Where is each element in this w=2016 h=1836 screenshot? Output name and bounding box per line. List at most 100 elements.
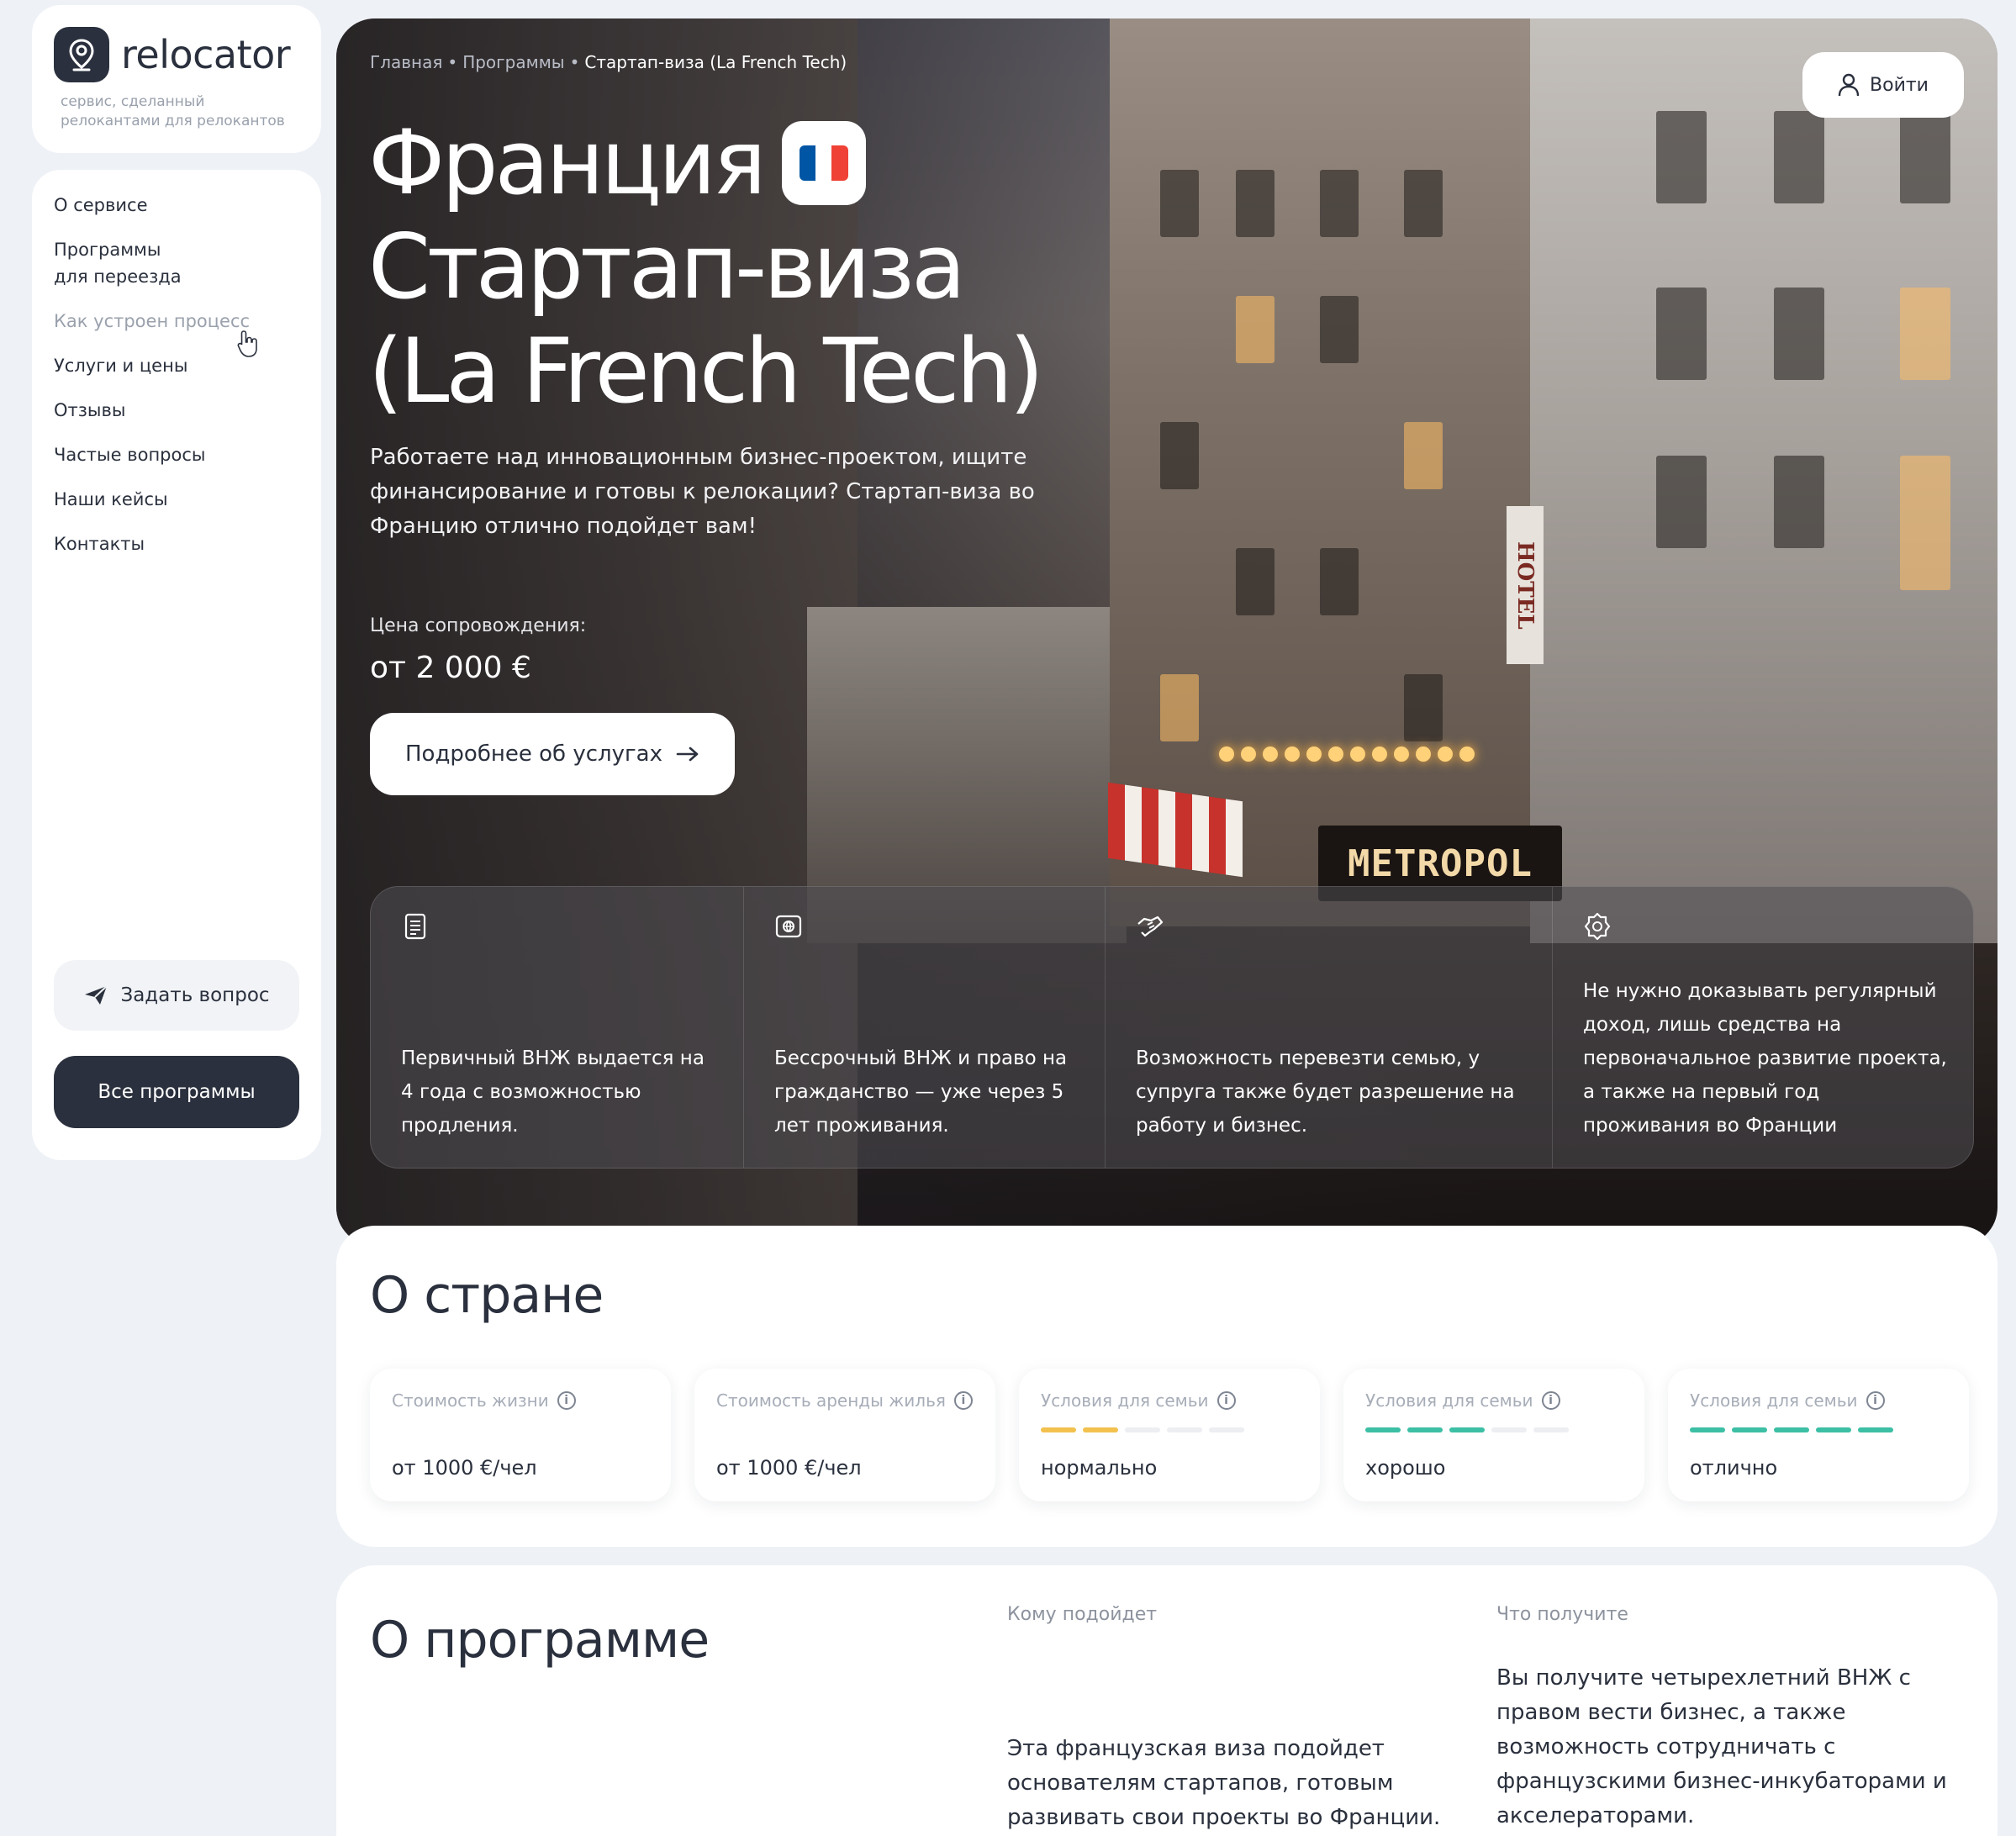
sidebar-item-faq[interactable]: Частые вопросы [54, 441, 299, 468]
level-bar [1774, 1427, 1809, 1432]
who-text: Эта французская виза подойдет основателя… [1007, 1736, 1441, 1830]
feature-item: Не нужно доказывать регулярный доход, ли… [1553, 887, 1973, 1168]
title-country: Франция [368, 111, 767, 214]
feature-text: Бессрочный ВНЖ и право на гражданство — … [774, 1047, 1068, 1137]
breadcrumb: Главная • Программы • Стартап-виза (La F… [370, 52, 847, 72]
sidebar-item-process[interactable]: Как устроен процесс [54, 308, 299, 335]
info-icon[interactable]: i [1866, 1391, 1885, 1410]
stat-card: Условия для семьи i отлично [1668, 1369, 1969, 1501]
hotel-sign: HOTEL [1507, 506, 1544, 664]
program-section: О программе Кому подойдет Эта французска… [336, 1565, 1998, 1836]
photo-building-middle [1110, 18, 1597, 926]
level-bar [1365, 1427, 1401, 1432]
breadcrumb-current: Стартап-виза (La French Tech) [584, 52, 847, 72]
brand-name: relocator [121, 32, 291, 77]
stat-card: Условия для семьи i хорошо [1343, 1369, 1644, 1501]
price-label: Цена сопровождения: [370, 615, 587, 636]
document-icon [404, 913, 426, 940]
level-bars [1690, 1427, 1947, 1432]
stat-value: от 1000 €/чел [716, 1456, 862, 1480]
feature-text: Первичный ВНЖ выдается на 4 года с возмо… [401, 1047, 705, 1137]
level-bars [1041, 1427, 1298, 1432]
stat-card: Условия для семьи i нормально [1019, 1369, 1320, 1501]
stat-card: Стоимость жизни i от 1000 €/чел [370, 1369, 671, 1501]
level-bar [1083, 1427, 1118, 1432]
level-bar [1533, 1427, 1569, 1432]
stat-value: отлично [1690, 1456, 1778, 1480]
level-bar [1041, 1427, 1076, 1432]
ask-question-button[interactable]: Задать вопрос [54, 960, 299, 1031]
photo-building-right [1530, 18, 1998, 943]
feature-text: Не нужно доказывать регулярный доход, ли… [1583, 980, 1947, 1137]
stat-label: Стоимость аренды жилья [716, 1390, 946, 1411]
logo-card[interactable]: relocator сервис, сделанный релокантами … [32, 5, 321, 153]
hero-description: Работаете над инновационным бизнес-проек… [370, 445, 1035, 539]
level-bar [1407, 1427, 1443, 1432]
level-bar [1125, 1427, 1160, 1432]
title-program-sub: (La French Tech) [368, 319, 1044, 423]
hand-cursor-icon [237, 330, 257, 357]
breadcrumb-separator: • [569, 52, 580, 72]
level-bar [1690, 1427, 1725, 1432]
title-program: Стартап-виза [368, 215, 966, 319]
arrow-right-icon [676, 747, 699, 762]
info-icon[interactable]: i [1541, 1391, 1560, 1410]
feature-item: Первичный ВНЖ выдается на 4 года с возмо… [371, 887, 744, 1168]
sidebar-item-services[interactable]: Услуги и цены [54, 352, 299, 379]
what-heading: Что получите [1496, 1604, 1628, 1625]
level-bar [1491, 1427, 1527, 1432]
price-value: от 2 000 € [370, 651, 531, 685]
passport-icon [775, 915, 802, 938]
page-title: Франция Стартап-виза (La French Tech) [368, 111, 1044, 424]
breadcrumb-home[interactable]: Главная [370, 52, 442, 72]
feature-item: Бессрочный ВНЖ и право на гражданство — … [744, 887, 1106, 1168]
stat-value: хорошо [1365, 1456, 1446, 1480]
sidebar-nav: О сервисе Программы для переезда Как уст… [32, 170, 321, 1160]
stat-label: Условия для семьи [1041, 1390, 1209, 1411]
level-bar [1816, 1427, 1851, 1432]
info-icon[interactable]: i [953, 1391, 973, 1410]
login-label: Войти [1870, 74, 1929, 96]
more-services-label: Подробнее об услугах [404, 741, 662, 767]
level-bar [1732, 1427, 1767, 1432]
level-bar [1167, 1427, 1202, 1432]
info-icon[interactable]: i [1216, 1391, 1236, 1410]
who-heading: Кому подойдет [1007, 1604, 1158, 1625]
level-bars [1365, 1427, 1623, 1432]
ask-question-label: Задать вопрос [120, 984, 270, 1006]
stat-label: Условия для семьи [1365, 1390, 1533, 1411]
stat-card: Стоимость аренды жилья i от 1000 €/чел [694, 1369, 995, 1501]
what-text: Вы получите четырехлетний ВНЖ с правом в… [1496, 1665, 1947, 1828]
sidebar-item-programs[interactable]: Программы для переезда [54, 236, 188, 290]
sidebar-item-contacts[interactable]: Контакты [54, 530, 299, 557]
location-pin-icon [54, 27, 109, 82]
country-stats: Стоимость жизни i от 1000 €/чел Стоимость… [370, 1369, 1969, 1501]
country-title: О стране [370, 1266, 604, 1325]
level-bar [1449, 1427, 1485, 1432]
level-bar [1209, 1427, 1244, 1432]
sidebar-item-cases[interactable]: Наши кейсы [54, 486, 299, 513]
breadcrumb-programs[interactable]: Программы [462, 52, 564, 72]
france-flag-icon [781, 121, 866, 205]
hero-section: HOTEL METROPOL Главная • Программы • Ста… [336, 18, 1998, 1246]
breadcrumb-separator: • [447, 52, 458, 72]
sidebar-item-reviews[interactable]: Отзывы [54, 397, 299, 424]
send-icon [85, 985, 108, 1005]
country-section: О стране Стоимость жизни i от 1000 €/чел … [336, 1226, 1998, 1547]
feature-text: Возможность перевезти семью, у супруга т… [1136, 1047, 1515, 1137]
all-programs-button[interactable]: Все программы [54, 1056, 299, 1128]
stat-label: Стоимость жизни [392, 1390, 549, 1411]
user-icon [1838, 73, 1860, 97]
badge-icon [1584, 912, 1611, 941]
login-button[interactable]: Войти [1802, 52, 1964, 118]
info-icon[interactable]: i [557, 1391, 576, 1410]
more-services-button[interactable]: Подробнее об услугах [370, 713, 735, 795]
sidebar-item-about[interactable]: О сервисе [54, 192, 299, 219]
stat-value: от 1000 €/чел [392, 1456, 537, 1480]
feature-item: Возможность перевезти семью, у супруга т… [1106, 887, 1553, 1168]
level-bar [1858, 1427, 1893, 1432]
features-panel: Первичный ВНЖ выдается на 4 года с возмо… [370, 886, 1974, 1169]
handshake-icon [1137, 915, 1164, 937]
string-lights [1219, 747, 1505, 768]
stat-label: Условия для семьи [1690, 1390, 1858, 1411]
